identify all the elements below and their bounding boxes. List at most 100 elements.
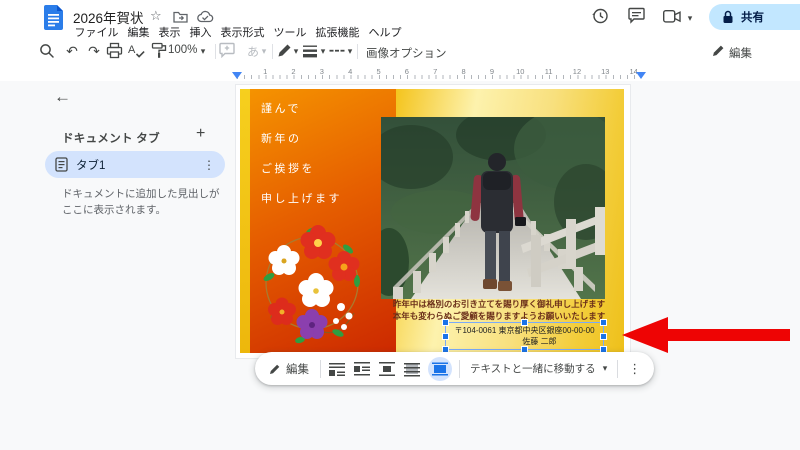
card-photo-bridge bbox=[381, 117, 605, 299]
behind-text-icon[interactable] bbox=[403, 360, 421, 378]
tab-label: タブ1 bbox=[76, 159, 106, 172]
search-icon[interactable] bbox=[39, 43, 55, 59]
border-color-pen-icon[interactable] bbox=[277, 43, 292, 58]
break-text-icon[interactable] bbox=[378, 360, 396, 378]
editing-mode-pencil-icon[interactable] bbox=[712, 44, 725, 57]
ruler-number: 11 bbox=[544, 67, 553, 76]
ruler-number: 6 bbox=[404, 67, 409, 76]
image-options-button[interactable]: 画像オプション bbox=[366, 45, 447, 61]
textbox-name-line: 佐藤 二郎 bbox=[522, 337, 557, 346]
tab-options-kebab-icon[interactable]: ⋮ bbox=[203, 158, 215, 172]
tab-document-icon bbox=[55, 157, 68, 172]
menu-item[interactable]: 表示形式 bbox=[216, 23, 269, 41]
toolbar-separator bbox=[357, 44, 358, 59]
ruler-number: 9 bbox=[489, 67, 494, 76]
card-message-line: 本年も変わらぬご愛顧を賜りますようお願いいたします bbox=[392, 310, 606, 321]
ruler-number: 4 bbox=[348, 67, 353, 76]
wrap-inline-icon[interactable] bbox=[328, 360, 346, 378]
menu-item[interactable]: ファイル bbox=[70, 23, 123, 41]
close-tabs-panel-button[interactable]: ← bbox=[54, 87, 71, 107]
selection-handle[interactable] bbox=[600, 319, 607, 326]
add-tab-button[interactable]: + bbox=[196, 125, 205, 143]
selection-handle[interactable] bbox=[442, 319, 449, 326]
selection-handle[interactable] bbox=[442, 333, 449, 340]
toolbar-separator bbox=[459, 359, 460, 378]
menu-item[interactable]: 挿入 bbox=[185, 23, 216, 41]
zoom-caret[interactable]: ▾ bbox=[199, 41, 207, 61]
ruler-indent-marker-right[interactable] bbox=[636, 72, 646, 79]
toolbar-separator bbox=[320, 359, 321, 378]
add-comment-icon[interactable] bbox=[219, 42, 235, 58]
flower-wreath-illustration bbox=[263, 225, 360, 344]
move-with-text-dropdown[interactable]: テキストと一緒に移動する ▾ bbox=[467, 361, 610, 376]
version-history-icon[interactable] bbox=[591, 7, 609, 25]
print-icon[interactable] bbox=[106, 42, 123, 59]
share-label: 共有 bbox=[741, 12, 764, 24]
menu-item[interactable]: ヘルプ bbox=[364, 23, 406, 41]
move-folder-icon[interactable] bbox=[173, 10, 188, 23]
ruler-indent-marker-left[interactable] bbox=[232, 72, 242, 79]
nengajo-card-image[interactable]: 謹んで 新年の ご挨拶を 申し上げます 昨年中は格別のお引き立てを賜り厚く御礼申… bbox=[240, 89, 624, 353]
sidebar-tab-1[interactable]: タブ1 ⋮ bbox=[45, 151, 225, 178]
star-icon[interactable]: ☆ bbox=[150, 8, 162, 24]
card-greeting-line: ご挨拶を bbox=[261, 163, 315, 175]
ruler-number: 13 bbox=[601, 67, 610, 76]
toolbar-separator bbox=[617, 359, 619, 378]
text-wrap-options bbox=[328, 356, 452, 381]
image-edit-label: 編集 bbox=[286, 363, 309, 376]
lock-icon bbox=[723, 10, 733, 23]
paint-format-icon[interactable] bbox=[151, 42, 168, 59]
border-dash-icon[interactable] bbox=[329, 43, 345, 58]
share-button[interactable]: 共有 bbox=[709, 4, 800, 30]
menu-item[interactable]: ツール bbox=[269, 23, 311, 41]
card-yellow-strip bbox=[240, 89, 250, 353]
meet-videocam-icon[interactable] bbox=[663, 10, 681, 23]
docs-logo-icon[interactable] bbox=[44, 5, 63, 30]
ruler-numbers: 1 2 3 4 5 6 7 8 9 10 11 12 13 14 bbox=[251, 67, 648, 76]
editing-mode-button[interactable]: 編集 bbox=[729, 45, 752, 61]
ruler-number: 8 bbox=[461, 67, 466, 76]
selection-handle[interactable] bbox=[521, 319, 528, 326]
image-edit-button[interactable]: 編集 bbox=[265, 361, 313, 377]
toolbar-separator bbox=[272, 44, 273, 59]
ruler-number: 2 bbox=[291, 67, 296, 76]
chevron-down-icon: ▾ bbox=[602, 363, 608, 373]
border-weight-caret[interactable]: ▾ bbox=[319, 41, 327, 61]
red-arrow-annotation bbox=[622, 317, 790, 353]
document-tabs-heading: ドキュメント タブ bbox=[62, 133, 160, 145]
pen-caret[interactable]: ▾ bbox=[292, 41, 300, 61]
zoom-select[interactable]: 100% bbox=[168, 44, 197, 56]
comments-icon[interactable] bbox=[628, 7, 646, 25]
border-weight-icon[interactable] bbox=[302, 43, 318, 58]
card-message-text: 昨年中は格別のお引き立てを賜り厚く御礼申し上げます 本年も変わらぬご愛顧を賜ります… bbox=[390, 299, 608, 322]
document-page: 謹んで 新年の ご挨拶を 申し上げます 昨年中は格別のお引き立てを賜り厚く御礼申… bbox=[236, 85, 630, 358]
undo-icon[interactable]: ↶ bbox=[62, 41, 82, 61]
spellcheck-icon[interactable]: A bbox=[128, 42, 145, 59]
ruler-number: 12 bbox=[572, 67, 582, 76]
redo-icon[interactable]: ↷ bbox=[84, 41, 104, 61]
menu-item[interactable]: 表示 bbox=[154, 23, 185, 41]
cloud-saved-icon[interactable] bbox=[197, 10, 214, 23]
card-greeting-line: 謹んで bbox=[261, 103, 301, 115]
svg-text:A: A bbox=[128, 44, 136, 56]
meet-dropdown-caret[interactable]: ▾ bbox=[686, 8, 694, 28]
card-message-line: 昨年中は格別のお引き立てを賜り厚く御礼申し上げます bbox=[392, 299, 606, 309]
textbox-address-line: 〒104-0061 東京都中央区銀座00-00-00 bbox=[454, 326, 595, 335]
ruler-number: 5 bbox=[376, 67, 381, 76]
selected-address-textbox[interactable]: 〒104-0061 東京都中央区銀座00-00-00 佐藤 二郎 bbox=[442, 319, 607, 353]
tabs-empty-hint: ドキュメントに追加した見出しがここに表示されます。 bbox=[62, 188, 220, 217]
ruler-number: 1 bbox=[263, 67, 268, 76]
border-dash-caret[interactable]: ▾ bbox=[346, 41, 354, 61]
ruler-number: 3 bbox=[319, 67, 324, 76]
furigana-caret[interactable]: ▾ bbox=[260, 41, 268, 61]
menu-item[interactable]: 編集 bbox=[123, 23, 154, 41]
menu-item[interactable]: 拡張機能 bbox=[311, 23, 364, 41]
front-text-icon-selected[interactable] bbox=[428, 356, 452, 381]
wrap-text-icon[interactable] bbox=[353, 360, 371, 378]
more-options-kebab-icon[interactable]: ⋮ bbox=[625, 361, 644, 377]
toolbar-separator bbox=[215, 44, 216, 59]
menu-bar: ファイル 編集 表示 挿入 表示形式 ツール 拡張機能 ヘルプ bbox=[70, 23, 406, 41]
card-greeting-text: 謹んで 新年の ご挨拶を 申し上げます bbox=[261, 100, 342, 220]
selection-handle[interactable] bbox=[600, 333, 607, 340]
ruler-number: 7 bbox=[433, 67, 438, 76]
